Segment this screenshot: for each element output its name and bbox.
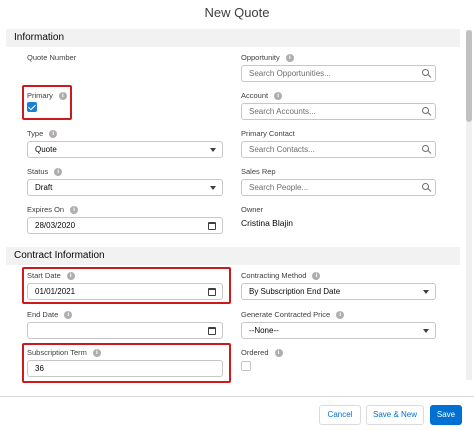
primary-contact-search-input[interactable]: Search Contacts...: [241, 141, 436, 158]
search-icon: [422, 180, 429, 195]
owner-value: Cristina Blajin: [241, 218, 293, 228]
chevron-down-icon: [423, 323, 429, 338]
chevron-down-icon: [423, 284, 429, 299]
section-header-contract-information[interactable]: Contract Information: [6, 247, 460, 265]
subscription-term-label: Subscription Term i: [27, 348, 101, 357]
save-and-new-button[interactable]: Save & New: [366, 405, 424, 425]
primary-contact-label: Primary Contact: [241, 129, 295, 138]
info-icon[interactable]: i: [92, 348, 101, 357]
calendar-icon[interactable]: [208, 284, 216, 299]
account-label: Account i: [241, 91, 283, 100]
primary-label: Primary i: [27, 91, 67, 100]
cancel-button[interactable]: Cancel: [319, 405, 361, 425]
type-label: Type i: [27, 129, 58, 138]
info-icon[interactable]: i: [66, 271, 75, 280]
search-icon: [422, 142, 429, 157]
scrollbar-thumb[interactable]: [466, 30, 472, 122]
modal-body[interactable]: Information Quote Number Opportunity i S…: [0, 26, 474, 384]
search-icon: [422, 104, 429, 119]
chevron-down-icon: [210, 180, 216, 195]
info-icon[interactable]: i: [285, 53, 294, 62]
start-date-input[interactable]: 01/01/2021: [27, 283, 223, 300]
status-select[interactable]: Draft: [27, 179, 223, 196]
primary-checkbox[interactable]: [27, 102, 37, 112]
info-icon[interactable]: i: [49, 129, 58, 138]
opportunity-label: Opportunity i: [241, 53, 294, 62]
info-icon[interactable]: i: [312, 271, 321, 280]
status-label: Status i: [27, 167, 63, 176]
end-date-input[interactable]: [27, 322, 223, 339]
owner-label: Owner: [241, 205, 264, 214]
ordered-label: Ordered i: [241, 348, 283, 357]
modal-footer: Cancel Save & New Save: [0, 396, 474, 430]
contracting-method-select[interactable]: By Subscription End Date: [241, 283, 436, 300]
end-date-label: End Date i: [27, 310, 73, 319]
search-icon: [422, 66, 429, 81]
modal-title: New Quote: [204, 5, 270, 20]
info-icon[interactable]: i: [58, 91, 67, 100]
sales-rep-label: Sales Rep: [241, 167, 276, 176]
opportunity-search-input[interactable]: Search Opportunities...: [241, 65, 436, 82]
expires-on-date-input[interactable]: 28/03/2020: [27, 217, 223, 234]
calendar-icon[interactable]: [208, 218, 216, 233]
info-icon[interactable]: i: [274, 91, 283, 100]
save-button[interactable]: Save: [430, 405, 462, 425]
expires-on-label: Expires On i: [27, 205, 79, 214]
info-icon[interactable]: i: [274, 348, 283, 357]
section-header-information[interactable]: Information: [6, 29, 460, 47]
info-icon[interactable]: i: [336, 310, 345, 319]
subscription-term-input[interactable]: 36: [27, 360, 223, 377]
info-icon[interactable]: i: [64, 310, 73, 319]
type-select[interactable]: Quote: [27, 141, 223, 158]
info-icon[interactable]: i: [70, 205, 79, 214]
info-icon[interactable]: i: [54, 167, 63, 176]
generate-contracted-price-label: Generate Contracted Price i: [241, 310, 345, 319]
calendar-icon[interactable]: [208, 323, 216, 338]
contracting-method-label: Contracting Method i: [241, 271, 321, 280]
chevron-down-icon: [210, 142, 216, 157]
ordered-checkbox[interactable]: [241, 361, 251, 371]
sales-rep-search-input[interactable]: Search People...: [241, 179, 436, 196]
account-search-input[interactable]: Search Accounts...: [241, 103, 436, 120]
generate-contracted-price-select[interactable]: --None--: [241, 322, 436, 339]
start-date-label: Start Date i: [27, 271, 75, 280]
quote-number-label: Quote Number: [27, 53, 77, 62]
